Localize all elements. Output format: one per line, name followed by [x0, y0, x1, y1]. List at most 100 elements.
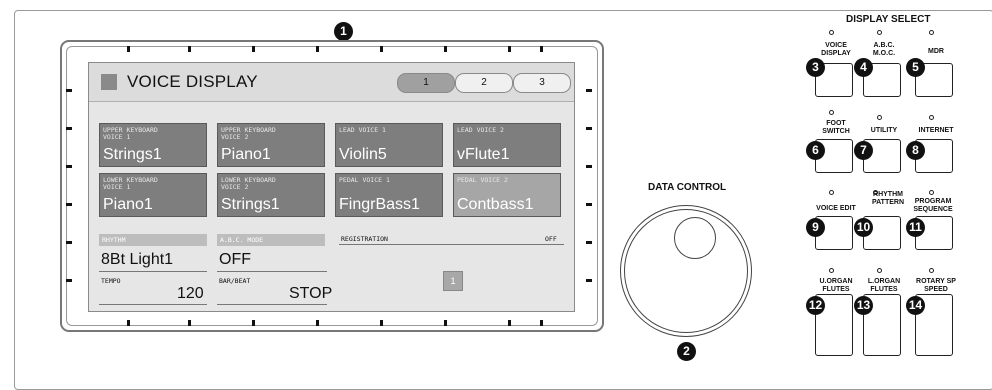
underline — [217, 271, 327, 272]
voice-name: Contbass1 — [457, 196, 534, 213]
registration-state: OFF — [545, 235, 557, 243]
bezel-tick — [444, 46, 447, 52]
button-label: INTERNET — [918, 127, 954, 134]
voice-upper-2[interactable]: UPPER KEYBOARD VOICE 2 Piano1 — [217, 123, 325, 167]
bezel-tick — [380, 46, 383, 52]
voice-name: Violin5 — [339, 146, 387, 163]
callout-9: 9 — [806, 218, 825, 237]
button-label: PROGRAM SEQUENCE — [913, 198, 953, 213]
voice-name: Piano1 — [103, 196, 153, 213]
voice-name: Strings1 — [221, 196, 280, 213]
bezel-tick — [66, 279, 72, 282]
voice-name: Piano1 — [221, 146, 271, 163]
registration-line — [339, 244, 564, 245]
voice-label: PEDAL VOICE 1 — [339, 176, 390, 184]
bezel-tick — [540, 320, 543, 326]
voice-upper-1[interactable]: UPPER KEYBOARD VOICE 1 Strings1 — [99, 123, 207, 167]
bezel-tick — [66, 89, 72, 92]
bezel-tick — [66, 165, 72, 168]
bezel-tick — [188, 46, 191, 52]
bezel-tick — [127, 46, 130, 52]
voice-pedal-1[interactable]: PEDAL VOICE 1 FingrBass1 — [335, 173, 443, 217]
bezel-tick — [316, 46, 319, 52]
tempo-label: TEMPO — [101, 277, 121, 285]
led — [877, 115, 882, 120]
voice-lower-1[interactable]: LOWER KEYBOARD VOICE 1 Piano1 — [99, 173, 207, 217]
led — [929, 268, 934, 273]
callout-2: 2 — [677, 342, 696, 361]
callout-12: 12 — [806, 296, 825, 315]
bezel-tick — [586, 279, 592, 282]
bezel-tick — [444, 320, 447, 326]
led — [929, 115, 934, 120]
bezel-tick — [586, 165, 592, 168]
led — [829, 110, 834, 115]
tab-page-1[interactable]: 1 — [397, 73, 455, 93]
callout-14: 14 — [906, 296, 925, 315]
voice-name: FingrBass1 — [339, 196, 420, 213]
callout-11: 11 — [906, 218, 925, 237]
button-label: ROTARY SP SPEED — [916, 278, 956, 293]
underline — [217, 304, 327, 305]
callout-10: 10 — [854, 218, 873, 237]
bezel-tick — [252, 320, 255, 326]
bezel-tick — [127, 320, 130, 326]
callout-4: 4 — [854, 58, 873, 77]
registration-label: REGISTRATION — [341, 235, 388, 243]
abc-mode-header: A.B.C. MODE — [217, 234, 325, 246]
led — [877, 30, 882, 35]
bezel-tick — [66, 127, 72, 130]
bezel-tick — [586, 89, 592, 92]
bezel-tick — [586, 203, 592, 206]
abc-mode-value[interactable]: OFF — [219, 251, 251, 269]
tab-page-3[interactable]: 3 — [513, 73, 571, 93]
display-select-title: DISPLAY SELECT — [846, 14, 931, 25]
button-label: L.ORGAN FLUTES — [867, 278, 901, 293]
underline — [99, 304, 207, 305]
button-label: A.B.C. M.O.C. — [872, 42, 896, 57]
bezel-tick — [380, 320, 383, 326]
bezel-tick — [540, 46, 543, 52]
button-label: VOICE EDIT — [816, 205, 856, 212]
voice-label: PEDAL VOICE 2 — [457, 176, 508, 184]
rhythm-value[interactable]: 8Bt Light1 — [101, 251, 173, 269]
callout-3: 3 — [806, 58, 825, 77]
callout-7: 7 — [854, 141, 873, 160]
voice-label: LOWER KEYBOARD VOICE 1 — [103, 176, 158, 191]
voice-name: Strings1 — [103, 146, 162, 163]
underline — [99, 271, 207, 272]
tab-page-2[interactable]: 2 — [455, 73, 513, 93]
registration-number[interactable]: 1 — [443, 271, 463, 291]
bezel-tick — [508, 320, 511, 326]
bezel-tick — [508, 46, 511, 52]
voice-lead-1[interactable]: LEAD VOICE 1 Violin5 — [335, 123, 443, 167]
voice-lead-2[interactable]: LEAD VOICE 2 vFlute1 — [453, 123, 561, 167]
callout-5: 5 — [906, 58, 925, 77]
title-bar: VOICE DISPLAY 1 2 3 — [89, 63, 574, 102]
voice-lower-2[interactable]: LOWER KEYBOARD VOICE 2 Strings1 — [217, 173, 325, 217]
led — [829, 268, 834, 273]
led — [929, 30, 934, 35]
tempo-value[interactable]: 120 — [177, 285, 204, 303]
voice-label: UPPER KEYBOARD VOICE 2 — [221, 126, 276, 141]
voice-pedal-2[interactable]: PEDAL VOICE 2 Contbass1 — [453, 173, 561, 217]
callout-6: 6 — [806, 141, 825, 160]
dial-knob[interactable] — [674, 217, 716, 259]
callout-8: 8 — [906, 141, 925, 160]
display-icon — [101, 74, 117, 90]
bezel-tick — [586, 127, 592, 130]
callout-1: 1 — [334, 22, 353, 41]
barbeat-label: BAR/BEAT — [219, 277, 251, 285]
rhythm-header: RHYTHM — [99, 234, 207, 246]
lcd-screen: VOICE DISPLAY 1 2 3 UPPER KEYBOARD VOICE… — [88, 62, 575, 312]
data-control-label: DATA CONTROL — [648, 182, 727, 193]
voice-label: LEAD VOICE 2 — [457, 126, 504, 134]
voice-label: LEAD VOICE 1 — [339, 126, 386, 134]
bezel-tick — [252, 46, 255, 52]
barbeat-value[interactable]: STOP — [289, 285, 332, 303]
voice-name: vFlute1 — [457, 146, 510, 163]
led — [829, 190, 834, 195]
button-label: MDR — [928, 48, 944, 55]
button-label: UTILITY — [870, 127, 898, 134]
bezel-tick — [316, 320, 319, 326]
